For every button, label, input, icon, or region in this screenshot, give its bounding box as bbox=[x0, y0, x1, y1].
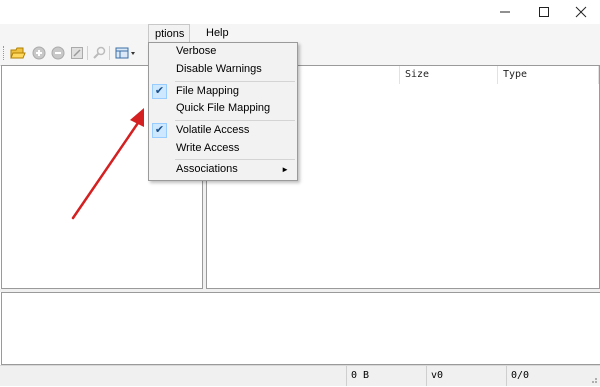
open-folder-icon[interactable] bbox=[10, 46, 26, 60]
add-icon[interactable] bbox=[32, 46, 46, 60]
toolbar-separator bbox=[87, 46, 88, 60]
menu-item-volatile-access[interactable]: ✔ Volatile Access bbox=[149, 122, 297, 139]
menu-separator bbox=[175, 159, 295, 160]
checkmark-icon: ✔ bbox=[152, 84, 167, 99]
menu-item-label: Quick File Mapping bbox=[176, 102, 271, 114]
toolbar-separator bbox=[109, 46, 110, 60]
menu-separator bbox=[175, 120, 295, 121]
menu-item-label: Associations bbox=[176, 163, 238, 175]
menu-item-file-mapping[interactable]: ✔ File Mapping bbox=[149, 83, 297, 100]
toolbar-grip bbox=[3, 46, 6, 60]
menu-help[interactable]: Help bbox=[200, 24, 235, 43]
minimize-button[interactable] bbox=[486, 0, 524, 24]
close-icon bbox=[575, 6, 587, 18]
menu-item-write-access[interactable]: Write Access bbox=[149, 140, 297, 157]
close-button[interactable] bbox=[562, 0, 600, 24]
column-header-name[interactable] bbox=[300, 66, 400, 84]
menu-separator bbox=[175, 81, 295, 82]
menu-item-associations[interactable]: Associations ► bbox=[149, 161, 297, 178]
status-count: 0/0 bbox=[506, 366, 600, 386]
column-header-type[interactable]: Type bbox=[499, 66, 599, 84]
minimize-icon bbox=[500, 11, 510, 13]
menu-item-label: Volatile Access bbox=[176, 124, 250, 136]
submenu-arrow-icon: ► bbox=[281, 165, 289, 174]
status-version: v0 bbox=[426, 366, 506, 386]
status-size: 0 B bbox=[346, 366, 426, 386]
maximize-button[interactable] bbox=[525, 0, 563, 24]
menu-item-label: Disable Warnings bbox=[176, 63, 262, 75]
edit-icon[interactable] bbox=[70, 46, 84, 60]
log-pane[interactable] bbox=[1, 292, 600, 365]
remove-icon[interactable] bbox=[51, 46, 65, 60]
menu-item-label: File Mapping bbox=[176, 85, 239, 97]
menu-item-verbose[interactable]: Verbose bbox=[149, 43, 297, 60]
menu-bar bbox=[0, 24, 600, 43]
menu-item-quick-file-mapping[interactable]: Quick File Mapping bbox=[149, 100, 297, 117]
maximize-icon bbox=[539, 7, 549, 17]
annotation-arrow bbox=[71, 108, 144, 220]
menu-item-label: Verbose bbox=[176, 45, 217, 57]
column-header-size[interactable]: Size bbox=[401, 66, 498, 84]
menu-item-label: Write Access bbox=[176, 142, 240, 154]
resize-grip-icon[interactable] bbox=[588, 374, 598, 384]
toolbar bbox=[0, 43, 600, 66]
find-icon[interactable] bbox=[92, 46, 106, 60]
menu-options[interactable]: ptions bbox=[148, 24, 190, 44]
view-mode-icon[interactable] bbox=[115, 46, 137, 60]
menu-item-disable-warnings[interactable]: Disable Warnings bbox=[149, 61, 297, 78]
